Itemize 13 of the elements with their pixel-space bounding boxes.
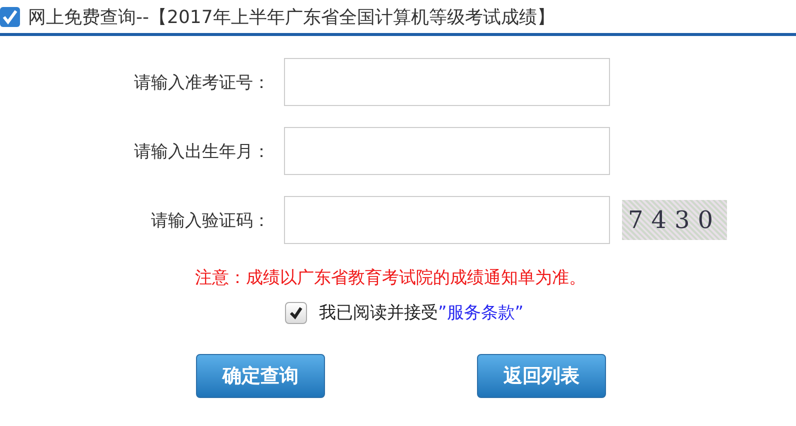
- agree-checkbox[interactable]: [285, 302, 307, 324]
- captcha-image[interactable]: 7430: [622, 200, 728, 240]
- notice-text: 注意：成绩以广东省教育考试院的成绩通知单为准。: [195, 267, 587, 289]
- agree-text: 我已阅读并接受: [319, 302, 438, 324]
- input-field[interactable]: [284, 127, 610, 175]
- input-field[interactable]: [284, 58, 610, 106]
- page-title: 网上免费查询--【2017年上半年广东省全国计算机等级考试成绩】: [28, 6, 555, 28]
- field-label: 请输入准考证号：: [133, 72, 270, 94]
- field-label: 请输入出生年月：: [133, 140, 270, 162]
- terms-link[interactable]: ”服务条款”: [438, 301, 524, 324]
- field-label: 请输入验证码：: [150, 210, 270, 232]
- checkmark-icon: [288, 304, 304, 320]
- input-field[interactable]: [284, 196, 610, 244]
